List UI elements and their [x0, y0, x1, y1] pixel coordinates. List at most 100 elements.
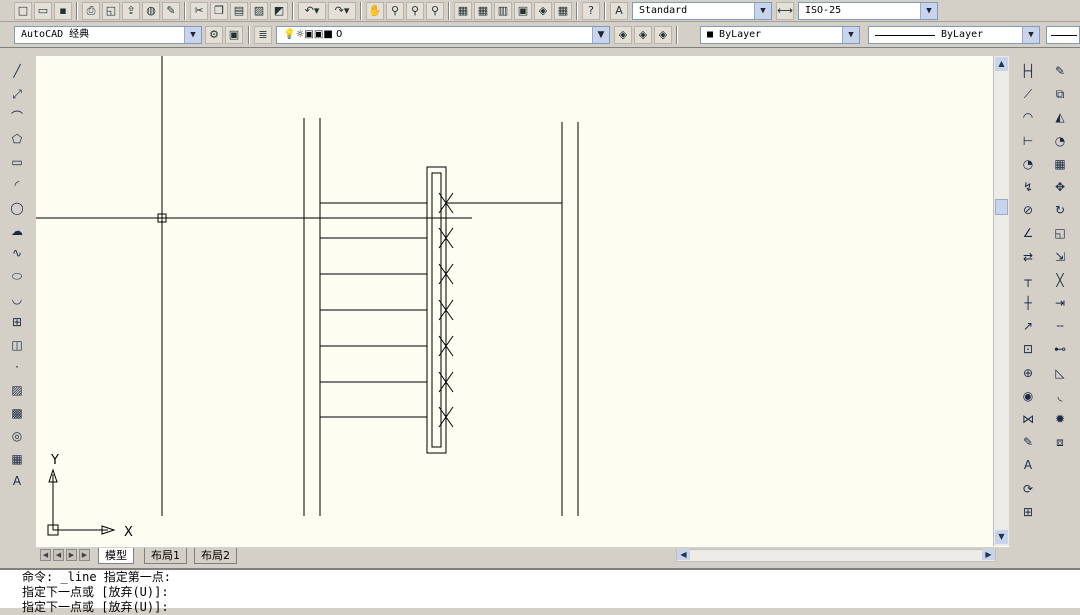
polyline-icon[interactable]: ⌒	[8, 108, 26, 126]
jogged-linear-icon[interactable]: ⋈	[1019, 410, 1037, 428]
command-line[interactable]: 命令: _line 指定第一点: 指定下一点或 [放弃(U)]: 指定下一点或 …	[0, 568, 1080, 614]
dim-inspect-icon[interactable]: ◉	[1019, 387, 1037, 405]
tolerance-icon[interactable]: ⊡	[1019, 340, 1037, 358]
scroll-right-icon[interactable]: ▶	[982, 549, 995, 560]
dim-style-icon[interactable]: ⊞	[1019, 503, 1037, 521]
explode-icon[interactable]: ✹	[1051, 410, 1069, 428]
diameter-dim-icon[interactable]: ⊘	[1019, 201, 1037, 219]
first-tab-icon[interactable]: ◀	[40, 549, 51, 561]
etransmit-icon[interactable]: ✎	[162, 2, 180, 20]
chevron-down-icon[interactable]: ▼	[842, 27, 859, 43]
layer-state-icon[interactable]: ◈	[654, 26, 672, 44]
trim-icon[interactable]: ╳	[1051, 271, 1069, 289]
drawing-area[interactable]: Y X	[36, 56, 993, 546]
move-icon[interactable]: ✥	[1051, 178, 1069, 196]
workspace-save-icon[interactable]: ▣	[225, 26, 243, 44]
point-icon[interactable]: ·	[8, 358, 26, 376]
array-icon[interactable]: ▦	[1051, 155, 1069, 173]
rotate-icon[interactable]: ↻	[1051, 201, 1069, 219]
next-tab-icon[interactable]: ▶	[66, 549, 77, 561]
stretch-icon[interactable]: ⇲	[1051, 248, 1069, 266]
undo-icon[interactable]: ↶▾	[298, 2, 326, 20]
arc-icon[interactable]: ◜	[8, 176, 26, 194]
lineweight-select[interactable]	[1046, 26, 1080, 44]
table-icon[interactable]: ▦	[8, 450, 26, 468]
cut-icon[interactable]: ✂	[190, 2, 208, 20]
dim-style-icon[interactable]: ⟷	[776, 2, 794, 20]
drawing-svg[interactable]: Y X	[36, 56, 993, 546]
angular-dim-icon[interactable]: ∠	[1019, 224, 1037, 242]
layer-select[interactable]: 💡☼▣▣■ 0 ▼	[276, 26, 610, 44]
aligned-dim-icon[interactable]: ⟋	[1019, 85, 1037, 103]
tab-layout1[interactable]: 布局1	[144, 548, 187, 564]
drawn-rectangle-outer[interactable]	[426, 166, 447, 454]
publish-icon[interactable]: ⇪	[122, 2, 140, 20]
calculator-icon[interactable]: ▦	[554, 2, 572, 20]
ellipse-icon[interactable]: ⬭	[8, 267, 26, 285]
linear-dim-icon[interactable]: ├┤	[1019, 62, 1037, 80]
chevron-down-icon[interactable]: ▼	[592, 27, 609, 43]
properties-icon[interactable]: ▦	[454, 2, 472, 20]
tab-layout2[interactable]: 布局2	[194, 548, 237, 564]
gradient-icon[interactable]: ▩	[8, 404, 26, 422]
text-style-select[interactable]: Standard ▼	[632, 2, 772, 20]
plot-icon[interactable]: ⎙	[82, 2, 100, 20]
region-icon[interactable]: ◎	[8, 427, 26, 445]
offset-icon[interactable]: ◔	[1051, 132, 1069, 150]
workspace-settings-icon[interactable]: ⚙	[205, 26, 223, 44]
redo-icon[interactable]: ↷▾	[328, 2, 356, 20]
scroll-up-icon[interactable]: ▲	[995, 57, 1008, 71]
pan-icon[interactable]: ✋	[366, 2, 384, 20]
dim-update-icon[interactable]: ⟳	[1019, 480, 1037, 498]
markup-icon[interactable]: ◈	[534, 2, 552, 20]
chevron-down-icon[interactable]: ▼	[1022, 27, 1039, 43]
arc-length-icon[interactable]: ◠	[1019, 108, 1037, 126]
vertical-scrollbar[interactable]: ▲ ▼	[993, 56, 1009, 546]
extend-icon[interactable]: ⇥	[1051, 294, 1069, 312]
new-file-icon[interactable]: □	[14, 2, 32, 20]
line-icon[interactable]: ╱	[8, 62, 26, 80]
dim-edit-icon[interactable]: ✎	[1019, 433, 1037, 451]
ellipse-arc-icon[interactable]: ◡	[8, 290, 26, 308]
scroll-left-icon[interactable]: ◀	[677, 549, 690, 560]
copy-clip-icon[interactable]: ❐	[210, 2, 228, 20]
make-block-icon[interactable]: ◫	[8, 336, 26, 354]
plot-preview-icon[interactable]: ◱	[102, 2, 120, 20]
quick-leader-icon[interactable]: ↗	[1019, 317, 1037, 335]
tool-palettes-icon[interactable]: ▥	[494, 2, 512, 20]
tab-model[interactable]: 模型	[98, 548, 134, 564]
help-icon[interactable]: ?	[582, 2, 600, 20]
layer-manager-icon[interactable]: ≣	[254, 26, 272, 44]
drawn-rectangle-inner[interactable]	[431, 172, 442, 448]
quick-dim-icon[interactable]: ⇄	[1019, 248, 1037, 266]
continue-dim-icon[interactable]: ┼	[1019, 294, 1037, 312]
3d-dwf-icon[interactable]: ◍	[142, 2, 160, 20]
erase-icon[interactable]: ✎	[1051, 62, 1069, 80]
hatch-icon[interactable]: ▨	[8, 381, 26, 399]
last-tab-icon[interactable]: ▶	[79, 549, 90, 561]
chamfer-icon[interactable]: ◺	[1051, 364, 1069, 382]
fillet-icon[interactable]: ◟	[1051, 387, 1069, 405]
horizontal-scrollbar[interactable]: ◀ ▶	[676, 549, 996, 562]
chevron-down-icon[interactable]: ▼	[920, 3, 937, 19]
mirror-icon[interactable]: ◭	[1051, 108, 1069, 126]
scale-icon[interactable]: ◱	[1051, 224, 1069, 242]
workspace-select[interactable]: AutoCAD 经典 ▼	[14, 26, 202, 44]
radius-dim-icon[interactable]: ◔	[1019, 155, 1037, 173]
chevron-down-icon[interactable]: ▼	[184, 27, 201, 43]
save-icon[interactable]: ▪	[54, 2, 72, 20]
color-select[interactable]: ■ ByLayer ▼	[700, 26, 860, 44]
linetype-select[interactable]: ByLayer ▼	[868, 26, 1040, 44]
open-file-icon[interactable]: ▭	[34, 2, 52, 20]
zoom-realtime-icon[interactable]: ⚲	[386, 2, 404, 20]
construction-line-icon[interactable]: ⤢	[8, 85, 26, 103]
design-center-icon[interactable]: ▦	[474, 2, 492, 20]
paste-icon[interactable]: ▤	[230, 2, 248, 20]
break-icon[interactable]: ╌	[1051, 317, 1069, 335]
scroll-down-icon[interactable]: ▼	[995, 530, 1008, 544]
scrollbar-thumb[interactable]	[995, 199, 1008, 215]
multiline-text-icon[interactable]: A	[8, 472, 26, 490]
draworder-icon[interactable]: ⧈	[1051, 433, 1069, 451]
chevron-down-icon[interactable]: ▼	[754, 3, 771, 19]
spline-icon[interactable]: ∿	[8, 244, 26, 262]
